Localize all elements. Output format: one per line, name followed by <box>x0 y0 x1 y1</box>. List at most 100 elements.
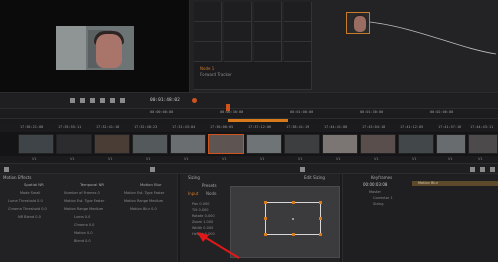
clip-timecode: 17:36:21:08 <box>20 125 44 129</box>
track-label: V1 <box>336 157 341 161</box>
palette-icon[interactable] <box>300 167 305 172</box>
keyframe-row[interactable]: Master <box>369 190 381 194</box>
track-label: V1 <box>478 157 483 161</box>
clip-thumbnail[interactable] <box>360 134 396 154</box>
transport-bar: 00:01:48:02 <box>0 92 498 109</box>
play-reverse-icon[interactable] <box>80 98 85 103</box>
gallery-cell[interactable] <box>284 22 312 42</box>
gallery-cell[interactable] <box>284 42 312 62</box>
gallery-cell[interactable] <box>194 42 222 62</box>
sizing-box[interactable] <box>264 201 322 236</box>
record-icon[interactable] <box>192 98 197 103</box>
clip-thumbnail[interactable] <box>322 134 358 154</box>
keyframe-row[interactable]: Sizing <box>373 202 383 206</box>
clip-thumbnail[interactable] <box>436 134 466 154</box>
gallery-cell[interactable] <box>224 2 252 22</box>
node-thumbnail[interactable] <box>346 12 370 34</box>
sizing-param[interactable]: Rotate 0.000 <box>192 214 215 218</box>
blur-param[interactable]: Motion Est. Type Faster <box>124 191 164 195</box>
track-label: V1 <box>146 157 151 161</box>
track-label: V1 <box>222 157 227 161</box>
track-label: V1 <box>70 157 75 161</box>
presets-label[interactable]: Presets <box>202 183 217 188</box>
temporal-param[interactable]: Luma 0.0 <box>74 215 90 219</box>
sizing-param[interactable]: Pan 0.000 <box>192 202 209 206</box>
temporal-param[interactable]: Chroma 0.0 <box>74 223 94 227</box>
temporal-param[interactable]: Blend 0.0 <box>74 239 91 243</box>
clip-timecode: 17:44:43:11 <box>470 125 494 129</box>
skip-back-icon[interactable] <box>70 98 75 103</box>
temporal-param[interactable]: Number of Frames 0 <box>64 191 100 195</box>
gallery-cell[interactable] <box>284 2 312 22</box>
track-label: V1 <box>260 157 265 161</box>
skip-forward-icon[interactable] <box>110 98 115 103</box>
clip-thumbnail[interactable] <box>56 134 92 154</box>
spatial-param[interactable]: Chroma Threshold 0.0 <box>8 207 47 211</box>
gallery-cell[interactable] <box>194 22 222 42</box>
resize-handle[interactable] <box>264 233 267 236</box>
resize-handle[interactable] <box>264 201 267 204</box>
palette-icon[interactable] <box>150 167 155 172</box>
palette-icon[interactable] <box>4 167 9 172</box>
node-connection <box>369 21 497 55</box>
spatial-nr-title: Spatial NR <box>24 182 44 187</box>
gallery-cell[interactable] <box>254 22 282 42</box>
palette-icon[interactable] <box>470 167 475 172</box>
keyframes-panel: Keyframes 00:00:03:08 Master Corrector 1… <box>342 174 498 262</box>
blur-param[interactable]: Motion Blur 0.0 <box>130 207 157 211</box>
spatial-param[interactable]: Mode Small <box>20 191 40 195</box>
track-label: V1 <box>32 157 37 161</box>
clip-thumbnail[interactable] <box>170 134 206 154</box>
clip-thumbnail[interactable] <box>468 134 498 154</box>
resize-handle[interactable] <box>319 233 322 236</box>
resize-handle[interactable] <box>264 217 267 220</box>
motion-effects-panel: Motion Effects Spatial NR Temporal NR Mo… <box>0 174 178 262</box>
loop-icon[interactable] <box>120 98 125 103</box>
palette-icon[interactable] <box>480 167 485 172</box>
viewer-timecode: 00:01:48:02 <box>150 98 180 103</box>
clip-thumbnail[interactable] <box>132 134 168 154</box>
temporal-param[interactable]: Motion Est. Type Faster <box>64 199 104 203</box>
clip-thumbnail[interactable] <box>398 134 434 154</box>
node-label[interactable]: Node 1 <box>200 66 214 71</box>
temporal-param[interactable]: Motion 0.0 <box>74 231 93 235</box>
temporal-param[interactable]: Motion Range Medium <box>64 207 103 211</box>
resize-handle[interactable] <box>319 201 322 204</box>
clip-thumbnail-selected[interactable] <box>208 134 244 154</box>
play-icon[interactable] <box>100 98 105 103</box>
tab-input[interactable]: Input <box>188 191 198 196</box>
viewer-frame[interactable] <box>56 26 134 70</box>
gallery-cell[interactable] <box>194 2 222 22</box>
clip-thumbnail[interactable] <box>284 134 320 154</box>
clip-timecode: 17:41:57:16 <box>438 125 462 129</box>
clip-strip <box>0 132 498 156</box>
motion-blur-title: Motion Blur <box>140 182 162 187</box>
keyframe-row[interactable]: Corrector 1 <box>373 196 393 200</box>
sizing-param[interactable]: Tilt 0.000 <box>192 208 208 212</box>
playhead[interactable] <box>226 104 230 111</box>
keyframe-bar[interactable]: Motion Blur <box>412 181 498 186</box>
gallery-cell[interactable] <box>254 42 282 62</box>
range-marker[interactable] <box>228 119 288 122</box>
blur-param[interactable]: Motion Range Medium <box>124 199 163 203</box>
gallery-cell[interactable] <box>224 42 252 62</box>
spatial-param[interactable]: Luma Threshold 0.0 <box>8 199 43 203</box>
panel-title: Motion Effects <box>3 175 32 180</box>
resize-handle[interactable] <box>319 217 322 220</box>
stop-icon[interactable] <box>90 98 95 103</box>
node-sublabel[interactable]: Forward Tracker <box>200 72 232 77</box>
clip-timecode: 17:32:48:23 <box>134 125 158 129</box>
clip-thumbnail[interactable] <box>246 134 282 154</box>
gallery-cell[interactable] <box>254 2 282 22</box>
center-point[interactable] <box>292 218 294 220</box>
palette-icon[interactable] <box>490 167 495 172</box>
clip-thumbnail[interactable] <box>94 134 130 154</box>
clip-thumbnail[interactable] <box>18 134 54 154</box>
resize-handle[interactable] <box>292 233 295 236</box>
sizing-param[interactable]: Zoom 1.000 <box>192 220 213 224</box>
gallery-cell[interactable] <box>224 22 252 42</box>
spatial-param[interactable]: NR Blend 0.0 <box>18 215 41 219</box>
tab-node[interactable]: Node <box>206 191 216 196</box>
timeline-ruler[interactable]: 00:00:00:00 00:00:30:00 00:01:00:00 00:0… <box>0 109 498 119</box>
resize-handle[interactable] <box>292 201 295 204</box>
